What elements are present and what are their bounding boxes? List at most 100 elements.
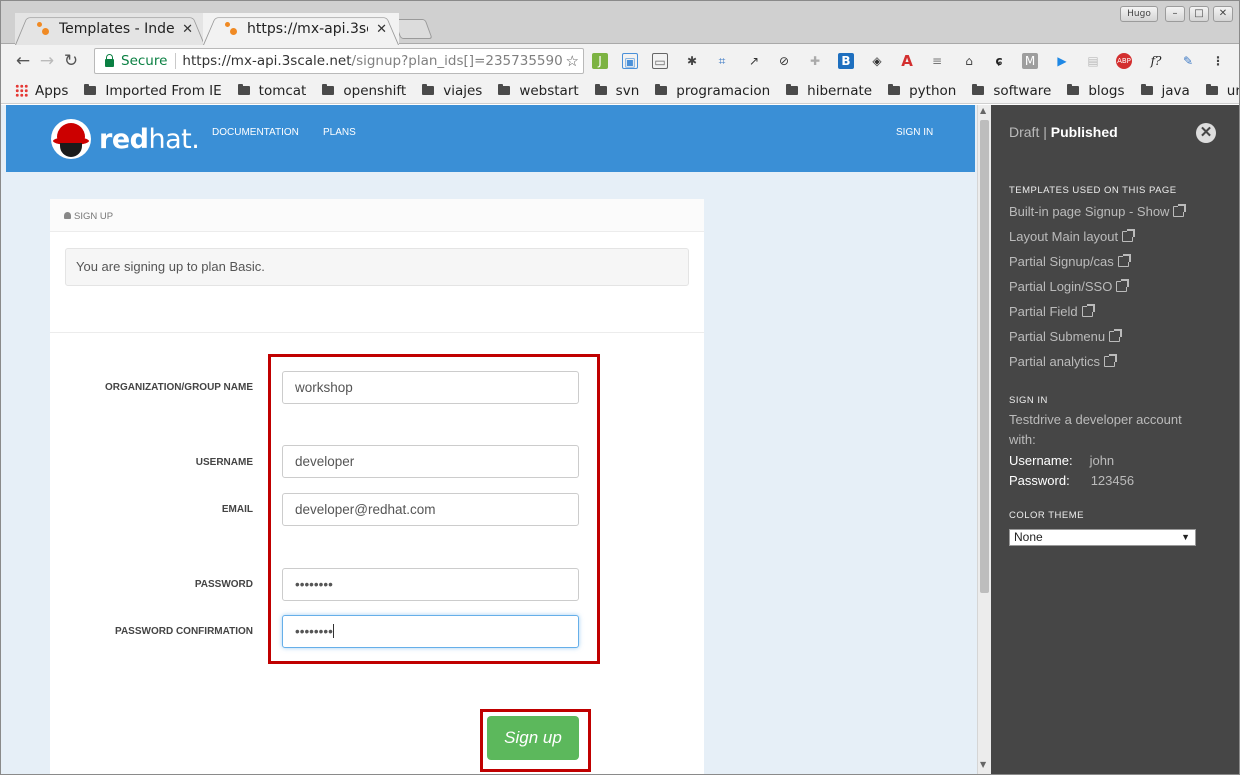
close-icon[interactable]: ✕: [182, 22, 193, 37]
form-highlight-box: [268, 354, 600, 664]
email-label: EMAIL: [221, 504, 253, 515]
favicon-icon: [225, 22, 239, 36]
extension-icon[interactable]: J: [592, 53, 608, 69]
extension-icon[interactable]: ⊘: [776, 53, 792, 69]
extension-icon[interactable]: ✱: [684, 53, 700, 69]
adblock-icon[interactable]: ABP: [1116, 53, 1132, 69]
bookmark-folder[interactable]: tomcat: [237, 83, 306, 99]
reload-icon[interactable]: ↻: [59, 51, 83, 71]
scroll-up-arrow-icon[interactable]: ▲: [980, 106, 986, 115]
extension-icon[interactable]: ▶: [1054, 53, 1070, 69]
page-scrollbar[interactable]: ▲ ▼: [977, 105, 991, 774]
extension-icon[interactable]: ↗: [746, 53, 762, 69]
tab-strip: Templates - Index | ✕ https://mx-api.3sc…: [1, 1, 1239, 45]
published-label[interactable]: Published: [1051, 124, 1118, 140]
password-hint: Password: 123456: [1009, 473, 1135, 488]
extension-icon[interactable]: ✚: [807, 53, 823, 69]
folder-icon: [422, 84, 435, 95]
maximize-button[interactable]: □: [1189, 6, 1209, 22]
template-link[interactable]: Partial Login/SSO: [1009, 279, 1130, 294]
nav-plans-link[interactable]: PLANS: [323, 127, 356, 138]
address-bar[interactable]: Secure https://mx-api.3scale.net /signup…: [94, 48, 584, 74]
extension-icon[interactable]: ▣: [622, 53, 638, 69]
scroll-down-arrow-icon[interactable]: ▼: [980, 760, 986, 769]
minimize-button[interactable]: –: [1165, 6, 1185, 22]
bookmark-folder[interactable]: svn: [594, 83, 639, 99]
folder-icon: [1140, 84, 1153, 95]
draft-published-toggle[interactable]: Draft | Published: [1009, 124, 1118, 140]
bookmark-folder[interactable]: software: [972, 83, 1051, 99]
cast-icon[interactable]: ⌂: [961, 53, 977, 69]
logo-text-bold: red: [99, 123, 149, 155]
tab-templates[interactable]: Templates - Index | ✕: [15, 13, 205, 45]
lock-icon: [105, 53, 114, 67]
page-viewport: redhat. DOCUMENTATION PLANS SIGN IN SIGN…: [1, 105, 977, 774]
tab-signup[interactable]: https://mx-api.3sca ✕: [203, 13, 399, 45]
template-link[interactable]: Partial Signup/cas: [1009, 254, 1131, 269]
redhat-logo[interactable]: redhat.: [51, 119, 200, 159]
menu-icon[interactable]: ⋮: [1210, 53, 1226, 69]
bookmark-folder[interactable]: Imported From IE: [84, 83, 222, 99]
extension-icon[interactable]: B: [838, 53, 854, 69]
draft-link[interactable]: Draft: [1009, 124, 1039, 140]
bookmark-folder[interactable]: hibernate: [786, 83, 872, 99]
sign-up-button[interactable]: Sign up: [487, 716, 579, 760]
redhat-shadowman-icon: [51, 119, 91, 159]
window-close-button[interactable]: ✕: [1213, 6, 1233, 22]
extension-icon[interactable]: ▤: [1085, 53, 1101, 69]
extension-icon[interactable]: ▭: [652, 53, 668, 69]
close-icon[interactable]: ✕: [376, 22, 387, 37]
bookmarks-bar: Apps Imported From IE tomcat openshift v…: [1, 78, 1239, 104]
bookmark-folder[interactable]: viajes: [422, 83, 482, 99]
nav-documentation-link[interactable]: DOCUMENTATION: [212, 127, 299, 138]
template-link[interactable]: Partial Submenu: [1009, 329, 1123, 344]
external-link-icon: [1173, 204, 1187, 217]
close-panel-icon[interactable]: ✕: [1196, 123, 1216, 143]
user-icon: [64, 212, 71, 219]
back-arrow-icon[interactable]: ←: [11, 51, 35, 71]
folder-icon: [972, 84, 985, 95]
org-label: ORGANIZATION/GROUP NAME: [105, 382, 253, 393]
bookmark-folder[interactable]: unix: [1205, 83, 1239, 99]
signup-card: SIGN UP You are signing up to plan Basic…: [50, 199, 704, 774]
bookmark-folder[interactable]: blogs: [1067, 83, 1125, 99]
color-theme-select[interactable]: None ▼: [1009, 529, 1196, 546]
bookmark-star-icon[interactable]: ☆: [562, 52, 579, 70]
password-label: PASSWORD: [194, 579, 253, 590]
nav-signin-link[interactable]: SIGN IN: [896, 127, 933, 138]
password-confirmation-label: PASSWORD CONFIRMATION: [115, 626, 253, 637]
logo-text-light: hat.: [148, 123, 200, 155]
username-label: USERNAME: [195, 457, 253, 468]
template-link[interactable]: Partial Field: [1009, 304, 1095, 319]
bookmark-folder[interactable]: webstart: [498, 83, 579, 99]
external-link-icon: [1104, 354, 1118, 367]
folder-icon: [322, 84, 335, 95]
eyedropper-icon[interactable]: ✎: [1180, 53, 1196, 69]
external-link-icon: [1081, 304, 1095, 317]
bookmark-folder[interactable]: java: [1140, 83, 1190, 99]
external-link-icon: [1122, 229, 1136, 242]
external-link-icon: [1109, 329, 1123, 342]
forward-arrow-icon[interactable]: →: [35, 51, 59, 71]
template-link[interactable]: Layout Main layout: [1009, 229, 1136, 244]
folder-icon: [498, 84, 511, 95]
bookmark-folder[interactable]: python: [888, 83, 956, 99]
template-link[interactable]: Built-in page Signup - Show: [1009, 204, 1187, 219]
extension-icon[interactable]: M: [1022, 53, 1038, 69]
bookmark-folder[interactable]: programacion: [655, 83, 770, 99]
scroll-thumb[interactable]: [980, 120, 989, 593]
extension-icon[interactable]: ⌗: [714, 53, 730, 69]
folder-icon: [84, 84, 97, 95]
extension-icon[interactable]: ◈: [869, 53, 885, 69]
bookmark-folder[interactable]: openshift: [322, 83, 406, 99]
extension-icon[interactable]: f?: [1148, 53, 1164, 69]
new-tab-button[interactable]: [393, 19, 433, 39]
profile-button[interactable]: Hugo: [1120, 6, 1158, 22]
extension-icon[interactable]: A: [899, 53, 915, 69]
bookmark-apps[interactable]: Apps: [15, 83, 68, 99]
site-header: redhat. DOCUMENTATION PLANS SIGN IN: [6, 105, 975, 172]
templates-heading: TEMPLATES USED ON THIS PAGE: [1009, 185, 1177, 196]
extension-icon[interactable]: ɕ: [991, 53, 1007, 69]
template-link[interactable]: Partial analytics: [1009, 354, 1118, 369]
extension-icon[interactable]: ≡: [929, 53, 945, 69]
